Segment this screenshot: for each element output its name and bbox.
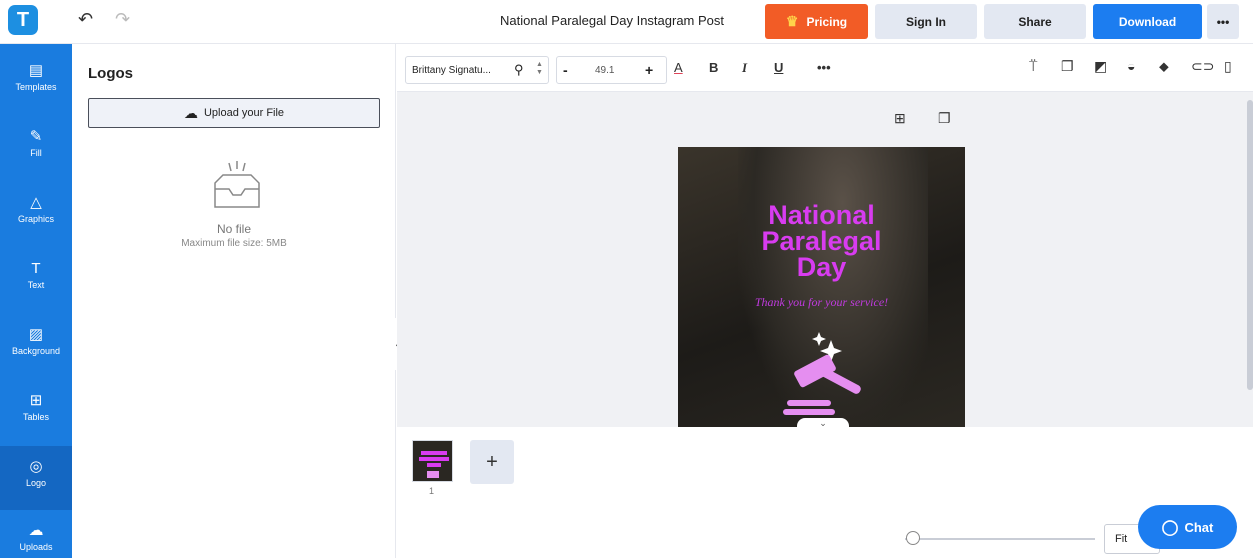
sidebar-item-graphics[interactable]: △ Graphics (0, 182, 72, 246)
sidebar-item-label: Uploads (19, 542, 53, 552)
layer-icon[interactable]: ◩ (1094, 58, 1107, 75)
duplicate-page-icon[interactable]: ❐ (938, 110, 951, 127)
sidebar-item-fill[interactable]: ✎ Fill (0, 116, 72, 180)
pricing-button[interactable]: ♛ Pricing (765, 4, 868, 39)
sidebar-item-label: Text (27, 280, 45, 290)
chat-button[interactable]: ◯ Chat (1138, 505, 1237, 549)
font-stepper-icon[interactable]: ▲ ▼ (536, 61, 543, 77)
sidebar-item-label: Templates (15, 82, 57, 92)
text-icon: T (31, 260, 41, 277)
upload-file-button[interactable]: ☁ Upload your File (88, 98, 380, 128)
canvas-area: ⊞ ❐ National Paralegal Day Thank you for… (397, 92, 1247, 427)
max-file-size-text: Maximum file size: 5MB (181, 238, 287, 249)
sidebar-item-tables[interactable]: ⊞ Tables (0, 380, 72, 444)
chat-label: Chat (1184, 519, 1214, 535)
thumbnail-preview (413, 441, 452, 481)
logo-icon: ◎ (29, 458, 43, 475)
more-options-button[interactable]: ••• (1207, 4, 1239, 39)
background-icon: ▨ (28, 326, 44, 343)
empty-tray-icon (214, 161, 260, 208)
more-text-options-button[interactable]: ••• (817, 60, 831, 75)
opacity-icon[interactable]: ◒ (1127, 58, 1135, 74)
table-icon: ⊞ (29, 392, 43, 409)
sidebar-item-label: Logo (25, 478, 47, 488)
font-size-input[interactable]: 49.1 (595, 65, 614, 76)
sidebar-item-label: Background (11, 346, 61, 356)
sidebar-item-label: Tables (22, 412, 49, 422)
pricing-label: Pricing (806, 14, 848, 29)
add-page-button[interactable]: + (470, 440, 514, 484)
crown-icon: ♛ (785, 13, 799, 29)
italic-button[interactable]: I (742, 60, 747, 76)
gavel-graphic[interactable] (781, 332, 871, 422)
editor-app: T ↶ ↷ National Paralegal Day Instagram P… (0, 0, 1253, 558)
undo-icon[interactable]: ↶ (78, 9, 93, 30)
paint-roller-icon[interactable]: ⍡ (1029, 58, 1037, 75)
panel-title: Logos (88, 65, 133, 82)
add-element-icon[interactable]: ⊞ (894, 110, 906, 127)
duplicate-icon[interactable]: ❐ (1061, 58, 1074, 75)
font-name: Brittany Signatu... (412, 65, 491, 76)
cloud-upload-icon: ☁ (183, 104, 198, 121)
font-family-select[interactable]: Brittany Signatu... ⚲ ▲ ▼ (405, 56, 549, 84)
underline-button[interactable]: U (774, 60, 783, 75)
increase-size-button[interactable]: + (645, 62, 653, 78)
redo-icon[interactable]: ↷ (115, 9, 130, 30)
empty-state-text: No file (216, 222, 251, 236)
page-number: 1 (429, 486, 435, 496)
chevron-down-icon[interactable]: ⌄ (797, 418, 849, 432)
sidebar-item-templates[interactable]: ▤ Templates (0, 50, 72, 114)
sign-in-button[interactable]: Sign In (875, 4, 977, 39)
text-color-button[interactable]: A (674, 60, 683, 75)
page-thumbnail[interactable] (412, 440, 453, 482)
zoom-slider-handle[interactable] (906, 531, 920, 545)
link-icon[interactable]: ⊂⊃ (1191, 58, 1214, 75)
pencil-icon: ✎ (29, 128, 43, 145)
sidebar-item-background[interactable]: ▨ Background (0, 314, 72, 378)
shapes-icon: △ (30, 194, 42, 211)
scrollbar-thumb[interactable] (1247, 100, 1253, 390)
sidebar: ▤ Templates ✎ Fill △ Graphics T Text ▨ B… (0, 44, 72, 558)
app-logo[interactable]: T (8, 5, 38, 35)
script-subtitle[interactable]: Thank you for your service! (678, 295, 965, 310)
top-bar: T ↶ ↷ National Paralegal Day Instagram P… (0, 0, 1253, 44)
bold-button[interactable]: B (709, 60, 718, 75)
chat-bubble-icon: ◯ (1161, 519, 1179, 536)
headline-line[interactable]: Day (678, 254, 965, 281)
sidebar-item-text[interactable]: T Text (0, 248, 72, 312)
logos-panel: Logos ☁ Upload your File No file Maximum… (72, 44, 396, 558)
decrease-size-button[interactable]: - (563, 62, 568, 78)
document-title[interactable]: National Paralegal Day Instagram Post (500, 13, 724, 28)
sidebar-item-logo[interactable]: ◎ Logo (0, 446, 72, 510)
search-icon[interactable]: ⚲ (514, 62, 524, 78)
sidebar-item-label: Fill (30, 148, 42, 158)
headline-line[interactable]: Paralegal (678, 228, 965, 255)
download-button[interactable]: Download (1093, 4, 1202, 39)
sidebar-item-uploads[interactable]: ☁ Uploads (0, 510, 72, 558)
share-button[interactable]: Share (984, 4, 1086, 39)
cloud-upload-icon: ☁ (28, 522, 44, 539)
delete-icon[interactable]: ▯ (1224, 58, 1232, 75)
zoom-slider[interactable] (905, 538, 1095, 540)
design-artboard[interactable]: National Paralegal Day Thank you for you… (678, 147, 965, 427)
font-size-stepper: - 49.1 + (556, 56, 667, 84)
headline-line[interactable]: National (678, 202, 965, 229)
text-toolbar: Brittany Signatu... ⚲ ▲ ▼ - 49.1 + A B I … (397, 44, 1253, 92)
sidebar-item-label: Graphics (17, 214, 54, 224)
templates-icon: ▤ (28, 62, 44, 79)
upload-label: Upload your File (203, 107, 285, 119)
align-icon[interactable]: ⬥ (1159, 58, 1169, 75)
canvas-scrollbar[interactable] (1247, 92, 1253, 427)
